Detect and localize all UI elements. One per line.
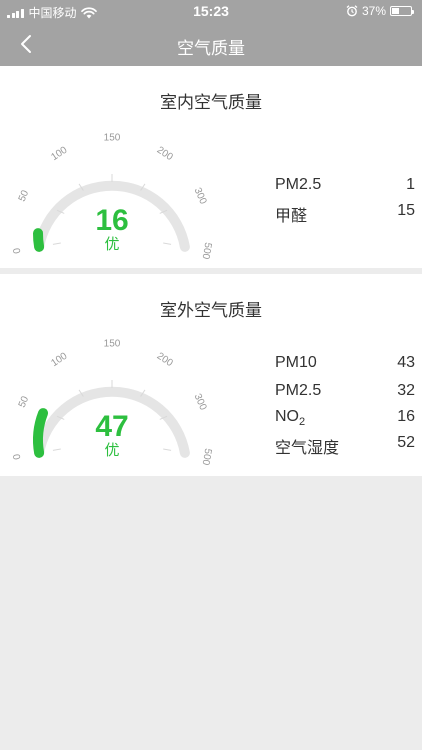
metric-value: 43 [397, 354, 415, 371]
outdoor-gauge-level: 优 [104, 441, 119, 459]
metric-row: NO2 16 [275, 408, 415, 432]
metric-row: 甲醛 15 [275, 202, 415, 226]
metric-value: 32 [397, 382, 415, 399]
alarm-icon [346, 5, 358, 17]
outdoor-gauge-tick-label: 50 [17, 394, 32, 409]
outdoor-gauge-value-arc [33, 408, 49, 458]
outdoor-card: 室外空气质量 0 50 100 150 200 300 500 47 优 PM10 43 P… [0, 274, 422, 476]
metric-label-subscript: 2 [299, 416, 306, 429]
battery-percent: 37% [361, 4, 386, 18]
battery-fill [392, 8, 399, 14]
battery-icon [390, 6, 414, 16]
outdoor-gauge-tick-label: 300 [192, 392, 209, 412]
indoor-gauge: 0 50 100 150 200 300 500 16 优 [12, 133, 214, 261]
metric-value: 52 [397, 434, 415, 451]
indoor-gauge-tick-label: 300 [192, 186, 209, 206]
indoor-gauge-tick-label: 500 [199, 241, 213, 260]
indoor-gauge-tick [52, 242, 61, 245]
indoor-gauge-tick-label: 100 [49, 144, 69, 163]
indoor-gauge-tick-label: 50 [17, 188, 32, 203]
metric-row: PM2.5 32 [275, 382, 415, 406]
outdoor-gauge-tick-label: 100 [49, 350, 69, 369]
outdoor-gauge: 0 50 100 150 200 300 500 47 优 [12, 339, 214, 467]
outdoor-gauge-tick [52, 448, 61, 451]
metric-row: 空气湿度 52 [275, 434, 415, 458]
metric-row: PM10 43 [275, 354, 415, 378]
outdoor-gauge-tick-label: 0 [12, 453, 24, 461]
page-title: 空气质量 [177, 39, 245, 58]
metric-label: PM2.5 [275, 176, 322, 193]
outdoor-gauge-value: 47 [95, 410, 128, 443]
outdoor-gauge-tick-label: 200 [155, 351, 175, 370]
metric-value: 15 [397, 202, 415, 219]
outdoor-gauge-tick [163, 448, 172, 451]
indoor-gauge-value-arc [33, 228, 45, 252]
metric-label: PM10 [275, 354, 317, 371]
indoor-gauge-level: 优 [104, 235, 119, 253]
indoor-gauge-tick-label: 0 [12, 247, 24, 255]
indoor-gauge-tick-label: 150 [104, 133, 121, 144]
metric-label: PM2.5 [275, 382, 322, 399]
outdoor-gauge-tick-label: 500 [199, 447, 213, 466]
metric-row: PM2.5 1 [275, 176, 415, 200]
metric-value: 16 [397, 408, 415, 425]
status-right: 37% [346, 4, 414, 18]
indoor-gauge-tick [163, 242, 172, 245]
indoor-gauge-tick-label: 200 [155, 145, 175, 164]
indoor-card: 室内空气质量 0 50 100 150 200 300 500 16 优 PM2.5 1 甲… [0, 66, 422, 268]
metric-label: NO2 [275, 408, 305, 428]
metric-label-text: NO [275, 408, 299, 425]
nav-bar: 空气质量 [0, 22, 422, 66]
metric-label: 空气湿度 [275, 440, 340, 457]
outdoor-gauge-tick-label: 150 [104, 339, 121, 350]
metric-label: 甲醛 [275, 208, 308, 225]
metric-value: 1 [406, 176, 415, 193]
indoor-gauge-value: 16 [95, 204, 128, 237]
status-bar: 中国移动 15:23 37% [0, 0, 422, 22]
